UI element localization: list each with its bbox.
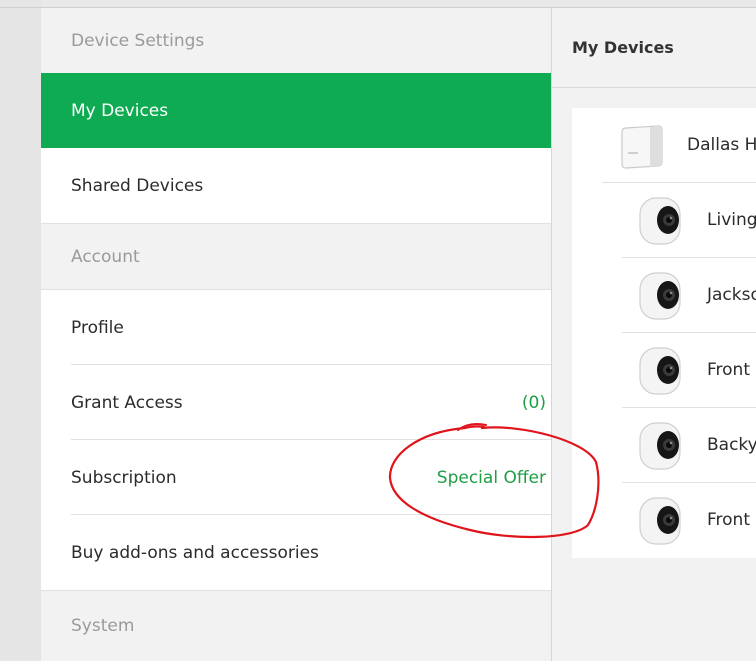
section-title: System (71, 616, 135, 636)
nav-item-grant-access[interactable]: Grant Access (0) (41, 365, 551, 440)
devices-panel: My Devices Dallas H Living Jackso Front … (552, 8, 756, 661)
nav-item-subscription[interactable]: Subscription Special Offer (41, 440, 551, 515)
settings-navigation: Device Settings My Devices Shared Device… (41, 8, 552, 661)
device-name: Jackso (707, 285, 756, 305)
camera-icon (638, 196, 684, 250)
nav-item-profile[interactable]: Profile (41, 290, 551, 365)
camera-icon (638, 346, 684, 400)
camera-icon (638, 496, 684, 550)
nav-item-label: Grant Access (71, 392, 183, 413)
device-row[interactable]: Jackso (572, 258, 756, 333)
nav-item-label: Subscription (71, 467, 177, 488)
nav-item-label: Shared Devices (71, 175, 204, 196)
section-title: Device Settings (71, 30, 205, 51)
section-header-account: Account (41, 224, 551, 289)
device-name: Backy (707, 435, 756, 455)
nav-item-buy-addons[interactable]: Buy add-ons and accessories (41, 515, 551, 590)
nav-item-shared-devices[interactable]: Shared Devices (41, 148, 551, 223)
devices-panel-title: My Devices (572, 38, 674, 57)
device-list: Dallas H Living Jackso Front Backy Front (572, 108, 756, 558)
base-station-icon (620, 122, 664, 174)
device-row[interactable]: Front (572, 333, 756, 408)
nav-item-my-devices[interactable]: My Devices (41, 73, 551, 148)
device-row[interactable]: Backy (572, 408, 756, 483)
left-gutter (0, 0, 41, 661)
device-row[interactable]: Dallas H (572, 108, 756, 183)
device-name: Living (707, 210, 756, 230)
device-name: Front (707, 360, 750, 380)
device-name: Front (707, 510, 750, 530)
camera-icon (638, 421, 684, 475)
devices-panel-header: My Devices (552, 8, 756, 88)
section-title: Account (71, 246, 140, 267)
nav-item-label: Buy add-ons and accessories (71, 542, 319, 563)
grant-access-count: (0) (521, 392, 546, 413)
camera-icon (638, 271, 684, 325)
nav-item-label: Profile (71, 317, 124, 338)
device-name: Dallas H (687, 135, 756, 155)
device-row[interactable]: Living (572, 183, 756, 258)
section-header-device-settings: Device Settings (41, 8, 551, 73)
device-row[interactable]: Front (572, 483, 756, 558)
special-offer-link[interactable]: Special Offer (437, 468, 546, 488)
section-header-system: System (41, 591, 551, 661)
nav-item-label: My Devices (71, 100, 169, 121)
